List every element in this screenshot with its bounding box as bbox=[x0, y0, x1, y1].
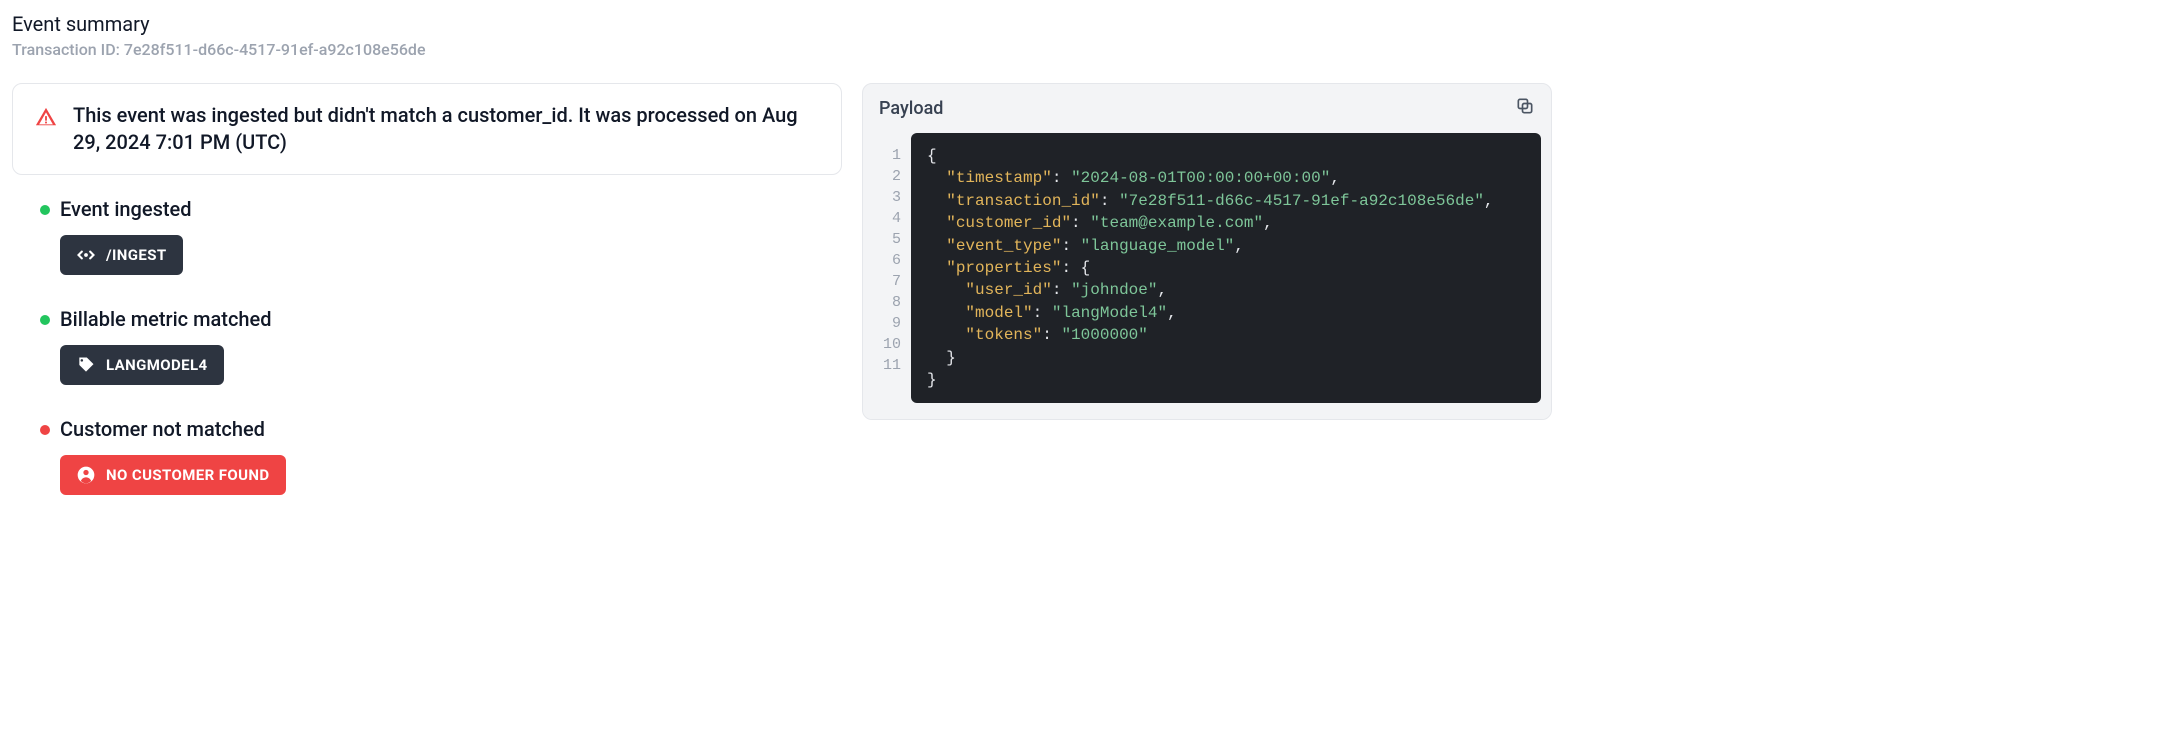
alert-box: This event was ingested but didn't match… bbox=[12, 83, 842, 175]
step-title: Event ingested bbox=[60, 197, 842, 221]
step-pill[interactable]: NO CUSTOMER FOUND bbox=[60, 455, 286, 495]
code-gutter: 1234567891011 bbox=[873, 133, 911, 403]
alert-message: This event was ingested but didn't match… bbox=[73, 102, 819, 156]
payload-title: Payload bbox=[879, 98, 943, 119]
user-icon bbox=[76, 465, 96, 485]
step-title: Customer not matched bbox=[60, 417, 842, 441]
status-dot bbox=[40, 205, 50, 215]
page-subtitle: Transaction ID: 7e28f511-d66c-4517-91ef-… bbox=[12, 40, 2158, 59]
code-icon bbox=[76, 245, 96, 265]
warning-icon bbox=[35, 106, 57, 132]
copy-icon bbox=[1515, 100, 1535, 121]
page-header: Event summary Transaction ID: 7e28f511-d… bbox=[12, 12, 2158, 59]
step-title: Billable metric matched bbox=[60, 307, 842, 331]
tag-icon bbox=[76, 355, 96, 375]
step-pill[interactable]: /INGEST bbox=[60, 235, 183, 275]
step-pill-label: /INGEST bbox=[106, 246, 167, 264]
page-title: Event summary bbox=[12, 12, 2158, 36]
transaction-id-value: 7e28f511-d66c-4517-91ef-a92c108e56de bbox=[124, 40, 426, 59]
copy-button[interactable] bbox=[1515, 96, 1535, 121]
status-dot bbox=[40, 315, 50, 325]
steps-list: Event ingested/INGEST Billable metric mat… bbox=[12, 197, 842, 495]
status-dot bbox=[40, 425, 50, 435]
step-pill-label: NO CUSTOMER FOUND bbox=[106, 466, 270, 484]
step-item: Customer not matched NO CUSTOMER FOUND bbox=[60, 417, 842, 495]
step-item: Event ingested/INGEST bbox=[60, 197, 842, 275]
step-item: Billable metric matched LANGMODEL4 bbox=[60, 307, 842, 385]
payload-code[interactable]: { "timestamp": "2024-08-01T00:00:00+00:0… bbox=[911, 133, 1541, 403]
transaction-id-label: Transaction ID: bbox=[12, 40, 120, 59]
step-pill[interactable]: LANGMODEL4 bbox=[60, 345, 224, 385]
step-pill-label: LANGMODEL4 bbox=[106, 356, 208, 374]
payload-panel: Payload 1234567891011 { "timestamp": "20… bbox=[862, 83, 1552, 420]
